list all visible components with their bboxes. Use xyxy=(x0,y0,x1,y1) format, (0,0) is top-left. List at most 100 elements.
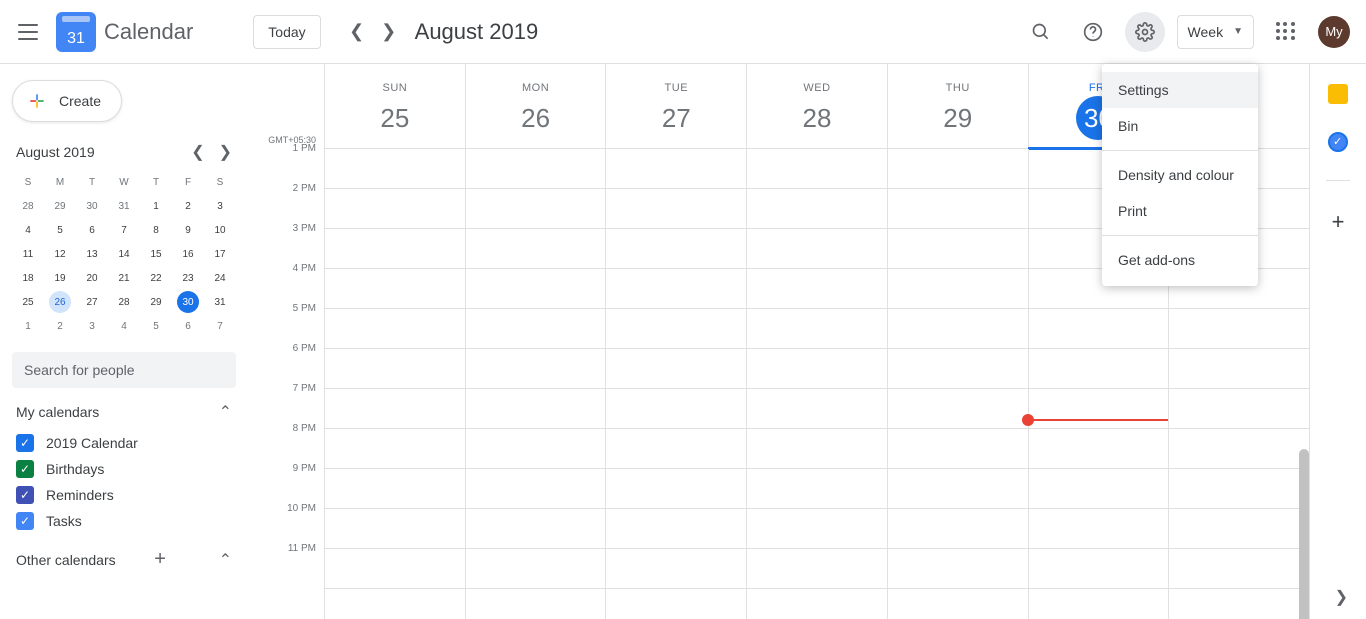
mini-cal-day[interactable]: 5 xyxy=(140,314,172,338)
menu-item-print[interactable]: Print xyxy=(1102,193,1258,229)
mini-cal-day[interactable]: 18 xyxy=(12,266,44,290)
day-header[interactable]: MON26 xyxy=(465,64,606,148)
mini-cal-day[interactable]: 7 xyxy=(204,314,236,338)
prev-week-button[interactable]: ❮ xyxy=(341,16,373,48)
google-apps-icon[interactable] xyxy=(1266,12,1306,52)
mini-cal-day[interactable]: 1 xyxy=(140,194,172,218)
day-header[interactable]: SUN25 xyxy=(324,64,465,148)
mini-cal-day[interactable]: 23 xyxy=(172,266,204,290)
day-header[interactable]: TUE27 xyxy=(605,64,746,148)
mini-cal-day[interactable]: 3 xyxy=(204,194,236,218)
search-icon[interactable] xyxy=(1021,12,1061,52)
tasks-icon[interactable] xyxy=(1328,132,1348,152)
add-calendar-icon[interactable]: + xyxy=(154,548,166,571)
mini-cal-month: August 2019 xyxy=(16,144,95,160)
mini-cal-day[interactable]: 11 xyxy=(12,242,44,266)
search-people-input[interactable]: Search for people xyxy=(12,352,236,388)
calendar-item[interactable]: ✓Tasks xyxy=(12,508,236,534)
mini-cal-day[interactable]: 9 xyxy=(172,218,204,242)
day-column[interactable] xyxy=(605,149,746,619)
calendar-item[interactable]: ✓2019 Calendar xyxy=(12,430,236,456)
other-calendars-header[interactable]: Other calendars + ⌃ xyxy=(16,548,232,571)
mini-cal-day[interactable]: 10 xyxy=(204,218,236,242)
day-column[interactable] xyxy=(887,149,1028,619)
settings-gear-icon[interactable] xyxy=(1125,12,1165,52)
mini-cal-day[interactable]: 7 xyxy=(108,218,140,242)
mini-cal-day[interactable]: 1 xyxy=(12,314,44,338)
mini-cal-day[interactable]: 25 xyxy=(12,290,44,314)
help-icon[interactable] xyxy=(1073,12,1113,52)
calendar-item[interactable]: ✓Reminders xyxy=(12,482,236,508)
mini-cal-day[interactable]: 6 xyxy=(76,218,108,242)
mini-prev-month[interactable]: ❮ xyxy=(191,142,204,162)
mini-cal-day[interactable]: 16 xyxy=(172,242,204,266)
create-button[interactable]: Create xyxy=(12,80,122,122)
day-number: 26 xyxy=(514,96,558,140)
mini-cal-day[interactable]: 27 xyxy=(76,290,108,314)
day-header[interactable]: WED28 xyxy=(746,64,887,148)
mini-cal-header: August 2019 ❮ ❯ xyxy=(16,142,232,162)
day-number: 29 xyxy=(936,96,980,140)
mini-cal-day[interactable]: 22 xyxy=(140,266,172,290)
side-panel-toggle[interactable]: ❯ xyxy=(1335,587,1348,607)
mini-cal-day[interactable]: 19 xyxy=(44,266,76,290)
mini-cal-day[interactable]: 29 xyxy=(44,194,76,218)
mini-cal-day[interactable]: 14 xyxy=(108,242,140,266)
menu-item-settings[interactable]: Settings xyxy=(1102,72,1258,108)
mini-cal-day[interactable]: 2 xyxy=(172,194,204,218)
mini-cal-day[interactable]: 4 xyxy=(108,314,140,338)
add-addon-icon[interactable]: + xyxy=(1332,209,1345,235)
day-name: THU xyxy=(946,82,970,94)
mini-cal-day[interactable]: 4 xyxy=(12,218,44,242)
mini-cal-day[interactable]: 20 xyxy=(76,266,108,290)
mini-cal-day[interactable]: 5 xyxy=(44,218,76,242)
day-name: WED xyxy=(803,82,830,94)
mini-dow: M xyxy=(44,170,76,194)
mini-next-month[interactable]: ❯ xyxy=(219,142,232,162)
mini-cal-day[interactable]: 28 xyxy=(12,194,44,218)
menu-divider xyxy=(1102,235,1258,236)
my-calendars-header[interactable]: My calendars ⌃ xyxy=(16,402,232,422)
timezone-label: GMT+05:30 xyxy=(248,64,324,149)
menu-icon[interactable] xyxy=(16,20,40,44)
menu-item-bin[interactable]: Bin xyxy=(1102,108,1258,144)
view-select[interactable]: Week ▼ xyxy=(1177,15,1254,49)
next-week-button[interactable]: ❯ xyxy=(373,16,405,48)
mini-cal-day[interactable]: 12 xyxy=(44,242,76,266)
keep-icon[interactable] xyxy=(1328,84,1348,104)
header-month-label: August 2019 xyxy=(415,19,539,45)
mini-cal-day[interactable]: 30 xyxy=(172,290,204,314)
mini-cal-day[interactable]: 31 xyxy=(108,194,140,218)
chevron-up-icon: ⌃ xyxy=(219,550,232,570)
menu-item-addons[interactable]: Get add-ons xyxy=(1102,242,1258,278)
mini-cal-day[interactable]: 24 xyxy=(204,266,236,290)
mini-cal-day[interactable]: 6 xyxy=(172,314,204,338)
chevron-up-icon: ⌃ xyxy=(219,402,232,422)
scrollbar[interactable] xyxy=(1299,449,1309,619)
mini-cal-day[interactable]: 17 xyxy=(204,242,236,266)
mini-cal-day[interactable]: 31 xyxy=(204,290,236,314)
mini-cal-day[interactable]: 8 xyxy=(140,218,172,242)
menu-item-density[interactable]: Density and colour xyxy=(1102,157,1258,193)
time-label: 7 PM xyxy=(248,383,324,423)
sidebar: Create August 2019 ❮ ❯ SMTWTFS 282930311… xyxy=(0,64,248,619)
today-button[interactable]: Today xyxy=(253,15,320,49)
day-header[interactable]: THU 29 xyxy=(887,64,1028,148)
mini-cal-day[interactable]: 21 xyxy=(108,266,140,290)
mini-cal-day[interactable]: 28 xyxy=(108,290,140,314)
account-avatar[interactable]: My xyxy=(1318,16,1350,48)
mini-cal-day[interactable]: 15 xyxy=(140,242,172,266)
mini-cal-day[interactable]: 29 xyxy=(140,290,172,314)
day-column[interactable] xyxy=(465,149,606,619)
create-label: Create xyxy=(59,93,101,109)
mini-cal-day[interactable]: 3 xyxy=(76,314,108,338)
mini-cal-day[interactable]: 13 xyxy=(76,242,108,266)
mini-cal-day[interactable]: 2 xyxy=(44,314,76,338)
mini-cal-day[interactable]: 26 xyxy=(44,290,76,314)
day-column[interactable] xyxy=(746,149,887,619)
day-column[interactable] xyxy=(324,149,465,619)
checkbox-icon: ✓ xyxy=(16,434,34,452)
mini-cal-day[interactable]: 30 xyxy=(76,194,108,218)
calendar-item[interactable]: ✓Birthdays xyxy=(12,456,236,482)
time-label: 9 PM xyxy=(248,463,324,503)
